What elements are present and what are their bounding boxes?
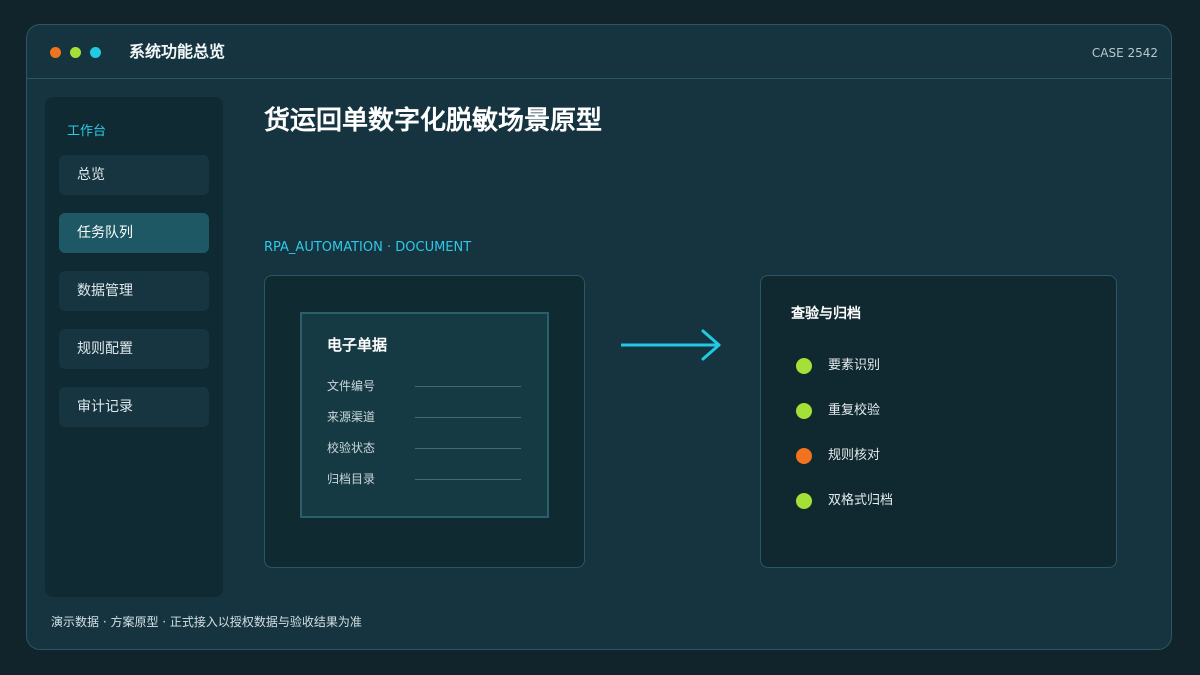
document-card: 电子单据 文件编号 来源渠道 校验状态 归档目录: [300, 312, 549, 518]
close-window-button[interactable]: [50, 47, 61, 58]
document-field-label: 归档目录: [327, 472, 376, 486]
check-panel-title: 查验与归档: [791, 306, 861, 322]
sidebar: 工作台 总览 任务队列 数据管理 规则配置 审计记录: [45, 97, 223, 597]
page-subtitle: RPA_AUTOMATION · DOCUMENT: [264, 240, 472, 255]
document-card-title: 电子单据: [327, 336, 388, 354]
sidebar-item-rule-config[interactable]: 规则配置: [59, 329, 209, 369]
maximize-window-button[interactable]: [90, 47, 101, 58]
document-field-label: 来源渠道: [327, 410, 376, 424]
document-field-label: 文件编号: [327, 379, 376, 393]
document-field-line: [415, 386, 521, 387]
app-title: 系统功能总览: [129, 42, 226, 61]
status-dot-icon: [796, 403, 812, 419]
status-dot-icon: [796, 358, 812, 374]
document-field: 文件编号: [327, 377, 527, 395]
check-item-label: 要素识别: [828, 358, 881, 373]
sidebar-item-task-queue[interactable]: 任务队列: [59, 213, 209, 253]
document-panel: 电子单据 文件编号 来源渠道 校验状态 归档目录: [264, 275, 585, 568]
status-dot-icon: [796, 448, 812, 464]
sidebar-heading: 工作台: [67, 124, 107, 139]
sidebar-item-data-management[interactable]: 数据管理: [59, 271, 209, 311]
check-item-label: 重复校验: [828, 403, 881, 418]
sidebar-item-overview[interactable]: 总览: [59, 155, 209, 195]
sidebar-item-audit-log[interactable]: 审计记录: [59, 387, 209, 427]
footer-note: 演示数据 · 方案原型 · 正式接入以授权数据与验收结果为准: [51, 615, 362, 629]
check-archive-panel: 查验与归档 要素识别 重复校验 规则核对 双格式归档: [760, 275, 1117, 568]
document-field-line: [415, 479, 521, 480]
document-field: 来源渠道: [327, 408, 527, 426]
status-dot-icon: [796, 493, 812, 509]
page-title: 货运回单数字化脱敏场景原型: [264, 106, 603, 136]
arrow-right-icon: [621, 329, 721, 361]
document-field-line: [415, 448, 521, 449]
document-field: 归档目录: [327, 470, 527, 488]
case-id-label: CASE 2542: [1091, 46, 1158, 60]
check-item-label: 双格式归档: [828, 493, 894, 508]
document-field: 校验状态: [327, 439, 527, 457]
document-field-line: [415, 417, 521, 418]
app-window: 系统功能总览 CASE 2542 工作台 总览 任务队列 数据管理 规则配置 审…: [26, 24, 1172, 650]
check-item-label: 规则核对: [828, 448, 881, 463]
title-bar: 系统功能总览 CASE 2542: [27, 25, 1171, 79]
document-field-label: 校验状态: [327, 441, 376, 455]
minimize-window-button[interactable]: [70, 47, 81, 58]
